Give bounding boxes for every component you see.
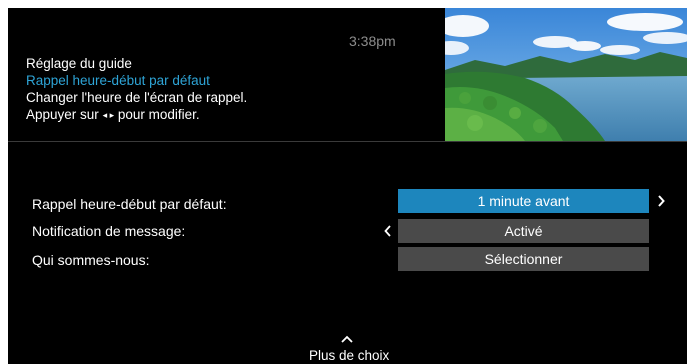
setting-subtitle: Rappel heure-début par défaut xyxy=(26,73,210,88)
reminder-time-selector[interactable]: 1 minute avant xyxy=(398,189,649,213)
chevron-right-icon[interactable] xyxy=(657,194,665,210)
chevron-up-icon[interactable] xyxy=(341,330,353,348)
page-title: Réglage du guide xyxy=(26,56,132,71)
hint-prefix: Appuyer sur xyxy=(26,107,99,122)
landscape-preview-image xyxy=(445,8,687,141)
hint-suffix: pour modifier. xyxy=(117,107,200,122)
clock-time: 3:38pm xyxy=(349,33,396,49)
tv-guide-screen: 3:38pm Réglage du guide Rappel heure-déb… xyxy=(8,8,687,364)
notification-selector[interactable]: Activé xyxy=(398,219,649,243)
hint-line: Appuyer sur ◂ ▸ pour modifier. xyxy=(26,106,247,124)
setting-label-notification: Notification de message: xyxy=(32,223,186,239)
setting-label-about: Qui sommes-nous: xyxy=(32,252,150,268)
about-select-button[interactable]: Sélectionner xyxy=(398,247,649,271)
setting-description: Changer l'heure de l'écran de rappel. xyxy=(26,90,248,105)
chevron-left-icon[interactable] xyxy=(384,224,392,240)
preview-thumbnail xyxy=(445,8,687,141)
more-choices-label[interactable]: Plus de choix xyxy=(309,348,389,363)
header-divider xyxy=(8,141,687,142)
left-right-arrows-icon: ◂ ▸ xyxy=(102,110,115,120)
setting-label-reminder: Rappel heure-début par défaut: xyxy=(32,196,227,212)
header-info: Réglage du guide Rappel heure-début par … xyxy=(26,55,247,124)
